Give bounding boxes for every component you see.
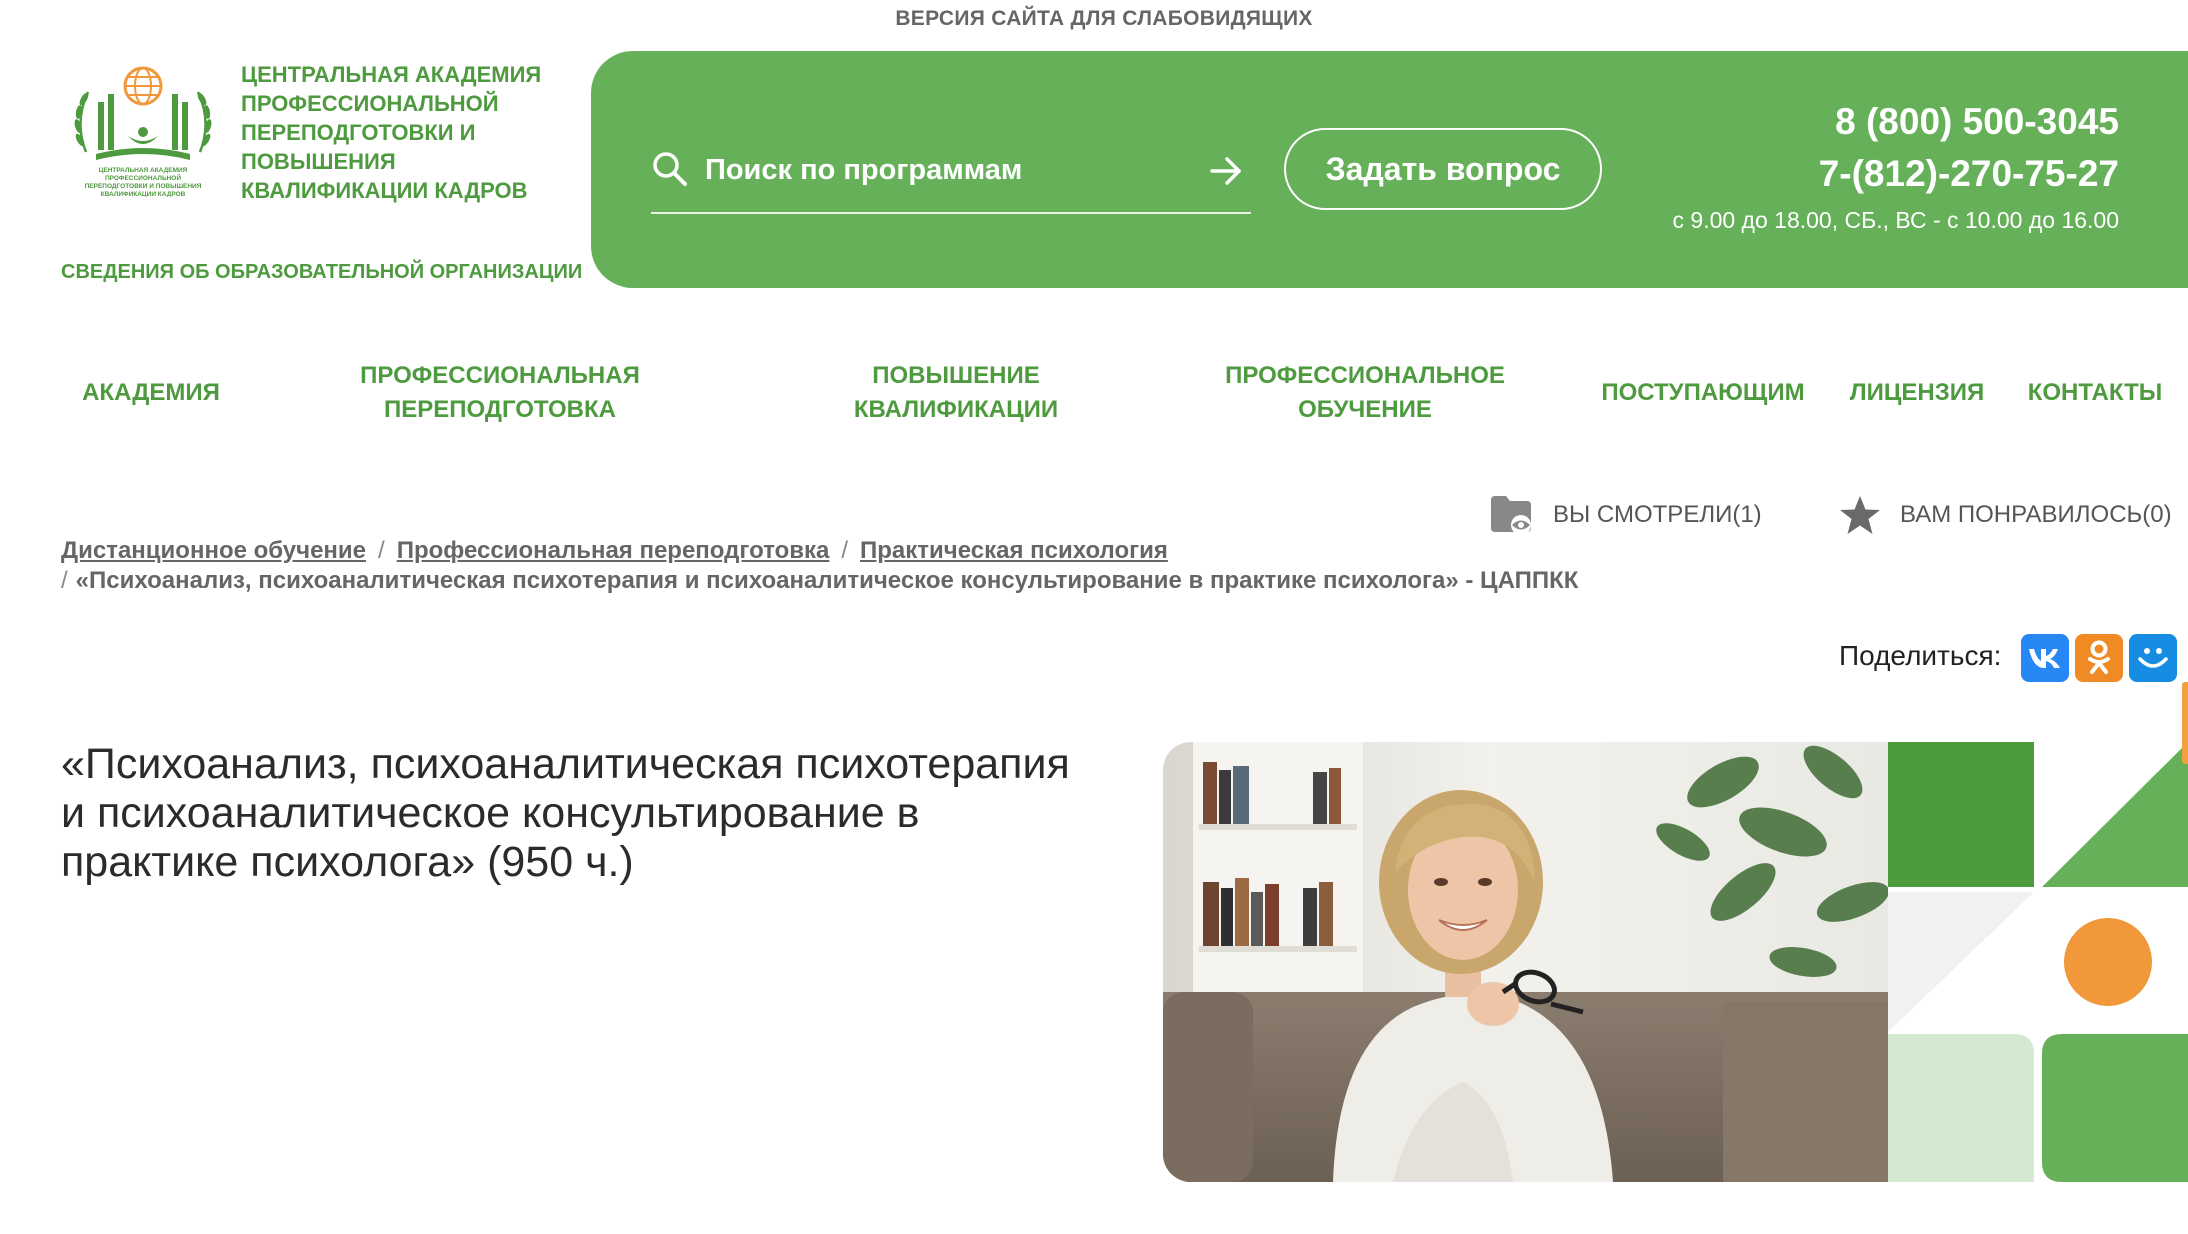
- nav-applicants[interactable]: ПОСТУПАЮЩИМ: [1588, 355, 1818, 430]
- svg-text:КВАЛИФИКАЦИИ КАДРОВ: КВАЛИФИКАЦИИ КАДРОВ: [101, 191, 186, 197]
- search-icon[interactable]: [651, 150, 689, 188]
- org-info-link[interactable]: СВЕДЕНИЯ ОБ ОБРАЗОВАТЕЛЬНОЙ ОРГАНИЗАЦИИ: [61, 261, 582, 284]
- liked-label: ВАМ ПОНРАВИЛОСЬ(0): [1900, 501, 2172, 528]
- nav-professional-retraining[interactable]: ПРОФЕССИОНАЛЬНАЯ ПЕРЕПОДГОТОВКА: [340, 355, 660, 430]
- search-input[interactable]: [705, 150, 1165, 190]
- nav-license[interactable]: ЛИЦЕНЗИЯ: [1838, 355, 1996, 430]
- share-mailru-button[interactable]: [2129, 634, 2177, 682]
- ask-question-button[interactable]: Задать вопрос: [1284, 128, 1602, 210]
- scroll-indicator: [2182, 682, 2188, 764]
- viewed-items-link[interactable]: ВЫ СМОТРЕЛИ(1): [1489, 493, 1762, 537]
- vk-icon: [2029, 649, 2060, 668]
- accessibility-version-link[interactable]: ВЕРСИЯ САЙТА ДЛЯ СЛАБОВИДЯЩИХ: [0, 7, 2188, 31]
- breadcrumb-current: «Психоанализ, психоаналитическая психоте…: [75, 567, 1579, 594]
- nav-academy[interactable]: АКАДЕМИЯ: [61, 355, 241, 430]
- share-label: Поделиться:: [1839, 640, 2002, 671]
- phone-number-2[interactable]: 7-(812)-270-75-27: [1819, 153, 2119, 195]
- svg-text:ЦЕНТРАЛЬНАЯ АКАДЕМИЯ: ЦЕНТРАЛЬНАЯ АКАДЕМИЯ: [99, 167, 188, 174]
- course-title: «Психоанализ, психоаналитическая психоте…: [61, 740, 1070, 886]
- breadcrumb-link-distance-learning[interactable]: Дистанционное обучение: [61, 537, 366, 564]
- psychologist-photo: [1163, 742, 1888, 1182]
- academy-logo[interactable]: ЦЕНТРАЛЬНАЯ АКАДЕМИЯ ПРОФЕССИОНАЛЬНОЙ ПЕ…: [68, 62, 218, 198]
- odnoklassniki-icon: [2088, 640, 2110, 674]
- course-hero-image: [1163, 742, 1888, 1182]
- working-hours: с 9.00 до 18.00, СБ., ВС - с 10.00 до 16…: [1672, 207, 2119, 233]
- svg-text:ПРОФЕССИОНАЛЬНОЙ: ПРОФЕССИОНАЛЬНОЙ: [105, 173, 181, 182]
- breadcrumb-separator: /: [378, 537, 385, 564]
- breadcrumb-link-practical-psychology[interactable]: Практическая психология: [860, 537, 1168, 564]
- mailru-icon: [2138, 648, 2168, 668]
- breadcrumb-separator: /: [841, 537, 849, 564]
- share-vk-button[interactable]: [2021, 634, 2069, 682]
- academy-emblem-icon: ЦЕНТРАЛЬНАЯ АКАДЕМИЯ ПРОФЕССИОНАЛЬНОЙ ПЕ…: [74, 66, 212, 198]
- arrow-right-icon[interactable]: [1207, 152, 1245, 190]
- breadcrumb-separator: /: [61, 567, 68, 594]
- svg-text:ПЕРЕПОДГОТОВКИ И ПОВЫШЕНИЯ: ПЕРЕПОДГОТОВКИ И ПОВЫШЕНИЯ: [85, 183, 202, 190]
- decorative-shapes: [1888, 742, 2188, 1182]
- nav-contacts[interactable]: КОНТАКТЫ: [2015, 355, 2175, 430]
- share-ok-button[interactable]: [2075, 634, 2123, 682]
- star-icon: [1840, 496, 1880, 534]
- academy-name[interactable]: ЦЕНТРАЛЬНАЯ АКАДЕМИЯ ПРОФЕССИОНАЛЬНОЙ ПЕ…: [241, 60, 581, 205]
- search-bar: [651, 142, 1251, 214]
- nav-professional-training[interactable]: ПРОФЕССИОНАЛЬНОЕ ОБУЧЕНИЕ: [1206, 355, 1524, 430]
- viewed-label: ВЫ СМОТРЕЛИ(1): [1553, 501, 1762, 528]
- phone-number-1[interactable]: 8 (800) 500-3045: [1835, 101, 2119, 143]
- folder-eye-icon: [1491, 496, 1531, 535]
- liked-items-link[interactable]: ВАМ ПОНРАВИЛОСЬ(0): [1838, 493, 2172, 537]
- breadcrumb: Дистанционное обучение / Профессиональная …: [61, 536, 1621, 596]
- geometric-decoration: [1888, 742, 2188, 1182]
- nav-qualification-upgrade[interactable]: ПОВЫШЕНИЕ КВАЛИФИКАЦИИ: [820, 355, 1092, 430]
- breadcrumb-link-retraining[interactable]: Профессиональная переподготовка: [397, 537, 830, 564]
